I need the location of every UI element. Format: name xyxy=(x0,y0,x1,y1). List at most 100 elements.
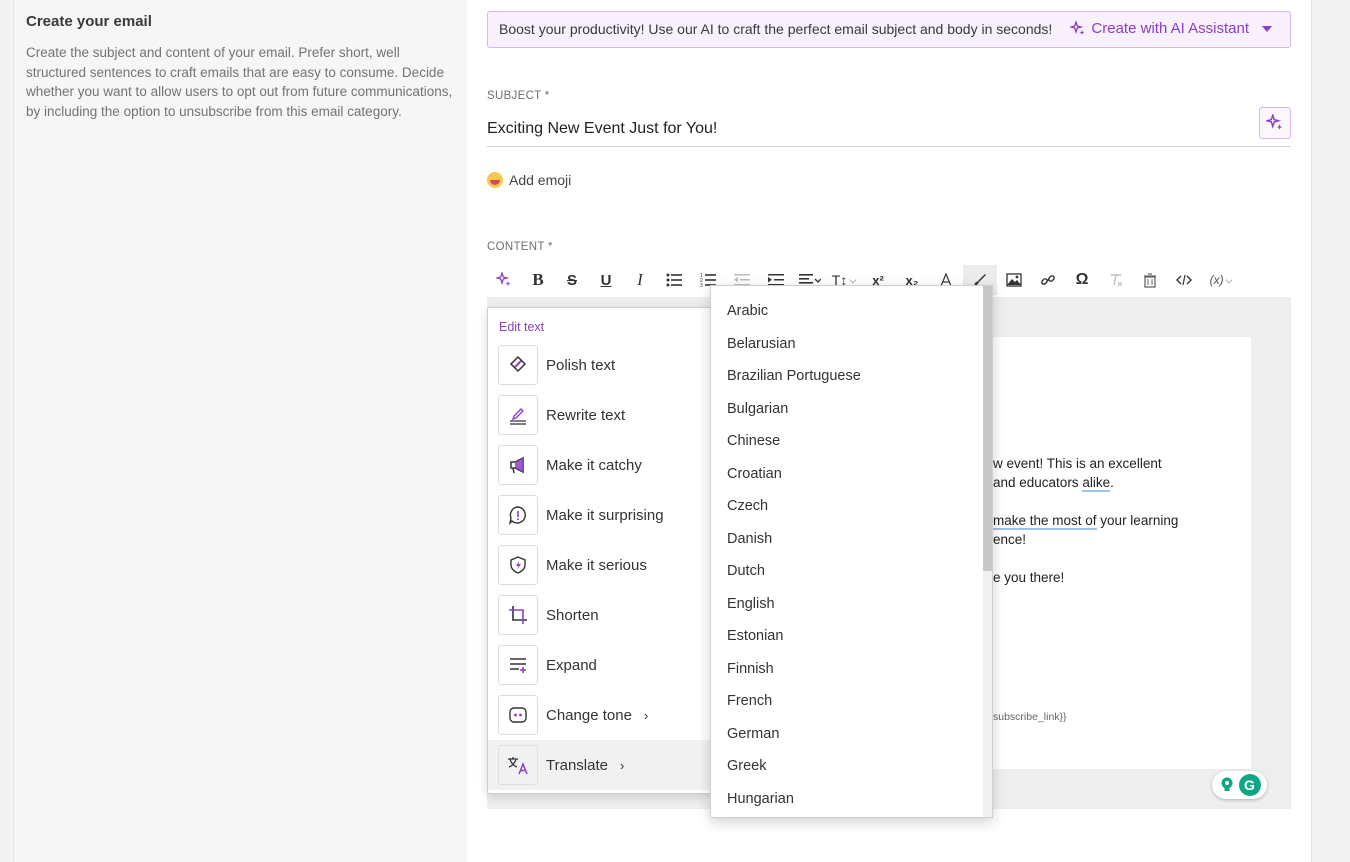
bullet-list-button[interactable] xyxy=(657,265,691,295)
sparkle-icon xyxy=(1266,114,1283,130)
strikethrough-button[interactable]: S xyxy=(555,265,589,295)
menu-item-label: Shorten xyxy=(546,606,599,624)
menu-item-label: Expand xyxy=(546,656,597,674)
subject-label: SUBJECT * xyxy=(487,90,550,102)
language-option-bulgarian[interactable]: Bulgarian xyxy=(711,393,985,425)
subject-field xyxy=(487,107,1291,147)
emoji-icon xyxy=(487,172,503,188)
translate-icon xyxy=(498,745,538,785)
language-option-finnish[interactable]: Finnish xyxy=(711,653,985,685)
language-option-croatian[interactable]: Croatian xyxy=(711,458,985,490)
bold-icon: B xyxy=(532,270,544,289)
body-text-line: e you there! xyxy=(993,570,1065,585)
caret-down-icon xyxy=(1262,25,1272,32)
image-icon xyxy=(1006,273,1022,287)
subject-input[interactable] xyxy=(487,120,1227,138)
language-option-german[interactable]: German xyxy=(711,718,985,750)
language-option-chinese[interactable]: Chinese xyxy=(711,425,985,457)
chevron-down-icon: ⌵ xyxy=(1225,274,1233,285)
edit-text-menu: Edit text Polish text Rewrite text Make … xyxy=(487,307,712,794)
ai-banner: Boost your productivity! Use our AI to c… xyxy=(487,11,1291,48)
variable-icon: (x) xyxy=(1209,273,1224,287)
menu-item-polish-text[interactable]: Polish text xyxy=(488,340,712,390)
expand-icon xyxy=(498,645,538,685)
body-text-line: and educators alike. xyxy=(993,475,1114,492)
content-label: CONTENT * xyxy=(487,241,553,253)
code-icon xyxy=(1176,274,1192,286)
bullet-list-icon xyxy=(666,273,682,287)
ai-banner-message: Boost your productivity! Use our AI to c… xyxy=(499,21,1053,37)
edit-menu-title: Edit text xyxy=(499,320,545,334)
language-dropdown: Arabic Belarusian Brazilian Portuguese B… xyxy=(710,285,993,818)
menu-item-expand[interactable]: Expand xyxy=(488,640,712,690)
chevron-right-icon: › xyxy=(619,757,625,773)
menu-item-make-it-surprising[interactable]: Make it surprising xyxy=(488,490,712,540)
menu-item-shorten[interactable]: Shorten xyxy=(488,590,712,640)
sparkle-icon xyxy=(496,272,511,286)
add-emoji-button[interactable]: Add emoji xyxy=(487,172,571,188)
add-emoji-label: Add emoji xyxy=(509,172,572,188)
menu-item-rewrite-text[interactable]: Rewrite text xyxy=(488,390,712,440)
trash-icon xyxy=(1144,272,1156,288)
chevron-down-icon: ⌵ xyxy=(849,274,857,285)
menu-item-translate[interactable]: Translate › xyxy=(488,740,712,790)
menu-item-label: Make it serious xyxy=(546,556,647,574)
menu-item-label: Make it surprising xyxy=(546,506,664,524)
menu-item-label: Make it catchy xyxy=(546,456,642,474)
body-text-line: ence! xyxy=(993,532,1027,547)
menu-item-change-tone[interactable]: Change tone › xyxy=(488,690,712,740)
unsubscribe-placeholder: subscribe_link}} xyxy=(993,711,1067,723)
shield-icon xyxy=(498,545,538,585)
strikethrough-icon: S xyxy=(566,271,577,289)
crop-icon xyxy=(498,595,538,635)
create-with-ai-button[interactable]: Create with AI Assistant xyxy=(1070,20,1272,37)
insert-link-button[interactable] xyxy=(1031,265,1065,295)
language-option-danish[interactable]: Danish xyxy=(711,523,985,555)
language-option-french[interactable]: French xyxy=(711,685,985,717)
grammarly-logo: G xyxy=(1238,774,1261,796)
language-option-estonian[interactable]: Estonian xyxy=(711,620,985,652)
source-code-button[interactable] xyxy=(1167,265,1201,295)
menu-item-make-it-catchy[interactable]: Make it catchy xyxy=(488,440,712,490)
language-option-brazilian-portuguese[interactable]: Brazilian Portuguese xyxy=(711,360,985,392)
tone-icon xyxy=(498,695,538,735)
clear-format-button[interactable] xyxy=(1099,265,1133,295)
language-scrollbar-thumb[interactable] xyxy=(983,286,992,571)
create-with-ai-label: Create with AI Assistant xyxy=(1091,20,1249,37)
section-title: Create your email xyxy=(26,13,152,30)
language-option-belarusian[interactable]: Belarusian xyxy=(711,328,985,360)
variable-dropdown[interactable]: (x) ⌵ xyxy=(1201,265,1241,295)
language-option-greek[interactable]: Greek xyxy=(711,750,985,782)
italic-button[interactable]: I xyxy=(623,265,657,295)
language-option-english[interactable]: English xyxy=(711,588,985,620)
underline-icon: U xyxy=(600,271,612,289)
delete-button[interactable] xyxy=(1133,265,1167,295)
clear-format-icon xyxy=(1111,274,1123,287)
rewrite-icon xyxy=(498,395,538,435)
polish-icon xyxy=(498,345,538,385)
exclamation-icon xyxy=(498,495,538,535)
bold-button[interactable]: B xyxy=(521,265,555,295)
underline-button[interactable]: U xyxy=(589,265,623,295)
language-option-hungarian[interactable]: Hungarian xyxy=(711,783,985,815)
body-text-line: w event! This is an excellent xyxy=(993,456,1162,471)
grammarly-widget[interactable]: G xyxy=(1212,771,1267,799)
language-option-arabic[interactable]: Arabic xyxy=(711,295,985,327)
menu-item-make-it-serious[interactable]: Make it serious xyxy=(488,540,712,590)
insert-image-button[interactable] xyxy=(997,265,1031,295)
language-option-dutch[interactable]: Dutch xyxy=(711,555,985,587)
menu-item-label: Change tone xyxy=(546,706,632,724)
special-char-button[interactable]: Ω xyxy=(1065,265,1099,295)
menu-item-label: Rewrite text xyxy=(546,406,626,424)
language-option-czech[interactable]: Czech xyxy=(711,490,985,522)
svg-text:3: 3 xyxy=(700,283,703,287)
body-text-line: make the most of your learning xyxy=(993,513,1179,530)
menu-item-label: Polish text xyxy=(546,356,616,374)
italic-icon: I xyxy=(637,270,643,289)
ai-assist-button[interactable] xyxy=(487,265,521,295)
subject-ai-button[interactable] xyxy=(1259,107,1291,139)
sparkle-icon xyxy=(1070,20,1085,35)
megaphone-icon xyxy=(498,445,538,485)
menu-item-label: Translate xyxy=(546,756,608,774)
language-scrollbar[interactable] xyxy=(983,286,992,817)
